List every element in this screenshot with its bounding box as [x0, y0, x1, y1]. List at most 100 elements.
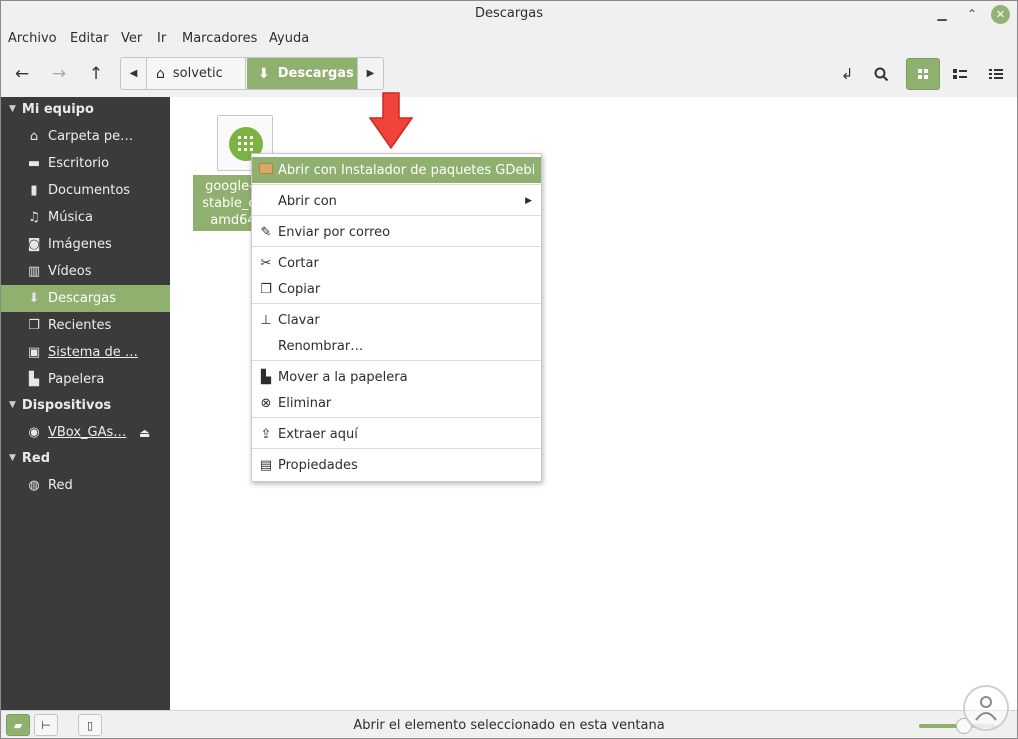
search-button[interactable]	[864, 58, 898, 90]
location-toggle-icon: ↲	[840, 65, 854, 83]
menu-item-cut[interactable]: ✂ Cortar	[252, 250, 541, 276]
menu-item-copy[interactable]: ❐ Copiar	[252, 276, 541, 302]
menu-item-properties[interactable]: ▤ Propiedades	[252, 452, 541, 478]
menu-item-label: Copiar	[278, 281, 321, 297]
compact-view-button[interactable]	[979, 58, 1013, 90]
sidebar-item-musica[interactable]: ♫ Música	[1, 204, 170, 231]
menu-item-extract-here[interactable]: ⇪ Extraer aquí	[252, 421, 541, 447]
sidebar-item-label: Música	[48, 210, 93, 225]
menu-item-label: Renombrar…	[278, 338, 364, 354]
icon-view-button[interactable]	[906, 58, 940, 90]
arrow-right-icon: →	[51, 64, 67, 84]
menu-item-label: Eliminar	[278, 395, 332, 411]
collapse-triangle-icon: ▼	[9, 400, 16, 410]
status-text: Abrir el elemento seleccionado en esta v…	[353, 718, 665, 733]
menu-item-label: Extraer aquí	[278, 426, 358, 442]
window-title: Descargas	[474, 6, 543, 21]
copy-icon: ❐	[260, 281, 272, 297]
solvetic-logo	[963, 685, 1009, 731]
sidebar: ▼ Mi equipo ⌂ Carpeta pe… ▬ Escritorio ▮…	[1, 97, 170, 710]
menu-ir[interactable]: Ir	[157, 31, 166, 46]
menu-item-label: Abrir con	[278, 193, 337, 209]
sidebar-item-videos[interactable]: ▥ Vídeos	[1, 258, 170, 285]
toggle-location-button[interactable]: ↲	[830, 58, 864, 90]
breadcrumb-label: solvetic	[172, 66, 223, 81]
sidebar-item-label: Descargas	[48, 291, 117, 306]
forward-button[interactable]: →	[44, 60, 74, 88]
menu-item-open-with[interactable]: Abrir con ▶	[252, 188, 541, 214]
caret-left-icon: ◀	[129, 68, 138, 79]
maximize-button[interactable]: ⌃	[962, 4, 982, 24]
network-icon: ◍	[28, 478, 40, 493]
menu-item-pin[interactable]: ⊥ Clavar	[252, 307, 541, 333]
sidebar-item-label: Documentos	[48, 183, 131, 198]
menu-ayuda[interactable]: Ayuda	[269, 31, 309, 46]
sidebar-item-red[interactable]: ◍ Red	[1, 472, 170, 499]
breadcrumb-solvetic[interactable]: ⌂ solvetic	[148, 58, 246, 89]
documents-icon: ▮	[30, 183, 38, 198]
home-icon: ⌂	[156, 65, 165, 82]
menu-editar[interactable]: Editar	[70, 31, 109, 46]
menu-separator	[252, 246, 541, 247]
search-icon	[874, 67, 888, 81]
menu-item-send-by-mail[interactable]: ✎ Enviar por correo	[252, 219, 541, 245]
music-icon: ♫	[28, 210, 40, 225]
download-icon: ⬇	[258, 65, 270, 82]
menu-separator	[252, 303, 541, 304]
close-button[interactable]: ✕	[991, 5, 1010, 24]
sidebar-item-label: Imágenes	[48, 237, 112, 252]
context-menu: Abrir con Instalador de paquetes GDebi A…	[251, 153, 542, 482]
delete-icon: ⊗	[260, 395, 272, 411]
sidebar-item-sistema-de-archivos[interactable]: ▣ Sistema de …	[1, 339, 170, 366]
home-icon: ⌂	[29, 129, 39, 144]
sidebar-item-escritorio[interactable]: ▬ Escritorio	[1, 150, 170, 177]
menu-bar: Archivo Editar Ver Ir Marcadores Ayuda	[1, 28, 1017, 52]
path-bar: ◀ ⌂ solvetic ⬇ Descargas ▶	[120, 57, 384, 90]
sidebar-item-imagenes[interactable]: ◙ Imágenes	[1, 231, 170, 258]
red-arrow-annotation	[369, 92, 413, 150]
collapse-triangle-icon: ▼	[9, 104, 16, 114]
eject-icon[interactable]: ⏏	[139, 426, 150, 440]
trash-icon: ▙	[29, 372, 39, 387]
trash-icon: ▙	[261, 369, 271, 385]
list-view-button[interactable]	[943, 58, 977, 90]
title-bar: Descargas ▁ ⌃ ✕	[1, 1, 1017, 28]
section-mi-equipo[interactable]: ▼ Mi equipo	[1, 97, 170, 121]
back-button[interactable]: ←	[7, 60, 37, 88]
menu-item-rename[interactable]: Renombrar…	[252, 333, 541, 359]
menu-marcadores[interactable]: Marcadores	[182, 31, 257, 46]
sidebar-item-carpeta-personal[interactable]: ⌂ Carpeta pe…	[1, 123, 170, 150]
menu-archivo[interactable]: Archivo	[8, 31, 57, 46]
menu-ver[interactable]: Ver	[121, 31, 142, 46]
arrow-left-icon: ←	[14, 64, 30, 84]
sidebar-item-label: Vídeos	[48, 264, 92, 279]
sidebar-item-documentos[interactable]: ▮ Documentos	[1, 177, 170, 204]
menu-item-move-to-trash[interactable]: ▙ Mover a la papelera	[252, 364, 541, 390]
path-scroll-left-button[interactable]: ◀	[121, 58, 147, 89]
menu-item-label: Propiedades	[278, 457, 358, 473]
menu-item-open-with-gdebi[interactable]: Abrir con Instalador de paquetes GDebi	[252, 157, 541, 183]
sidebar-item-label: Red	[48, 478, 73, 493]
sidebar-item-label: Escritorio	[48, 156, 110, 171]
menu-item-label: Abrir con Instalador de paquetes GDebi	[278, 162, 536, 178]
sidebar-item-label: Carpeta pe…	[48, 129, 134, 144]
sidebar-item-vbox-gas[interactable]: ◉ VBox_GAs… ⏏	[1, 419, 170, 446]
sidebar-item-label: Papelera	[48, 372, 105, 387]
toolbar: ← → ↑ ◀ ⌂ solvetic ⬇ Descargas ▶ ↲	[1, 53, 1017, 97]
up-button[interactable]: ↑	[81, 60, 111, 88]
scissors-icon: ✂	[260, 255, 272, 271]
menu-item-delete[interactable]: ⊗ Eliminar	[252, 390, 541, 416]
section-red[interactable]: ▼ Red	[1, 446, 170, 470]
section-title: Mi equipo	[21, 101, 94, 117]
download-icon: ⬇	[28, 291, 40, 306]
sidebar-item-recientes[interactable]: ❐ Recientes	[1, 312, 170, 339]
path-scroll-right-button[interactable]: ▶	[357, 58, 383, 89]
section-title: Red	[21, 450, 51, 466]
sidebar-item-papelera[interactable]: ▙ Papelera	[1, 366, 170, 393]
desktop-icon: ▬	[27, 156, 41, 171]
section-dispositivos[interactable]: ▼ Dispositivos	[1, 393, 170, 417]
properties-icon: ▤	[259, 457, 273, 473]
sidebar-item-descargas[interactable]: ⬇ Descargas	[1, 285, 170, 312]
minimize-button[interactable]: ▁	[932, 4, 952, 24]
breadcrumb-descargas[interactable]: ⬇ Descargas	[247, 58, 358, 89]
